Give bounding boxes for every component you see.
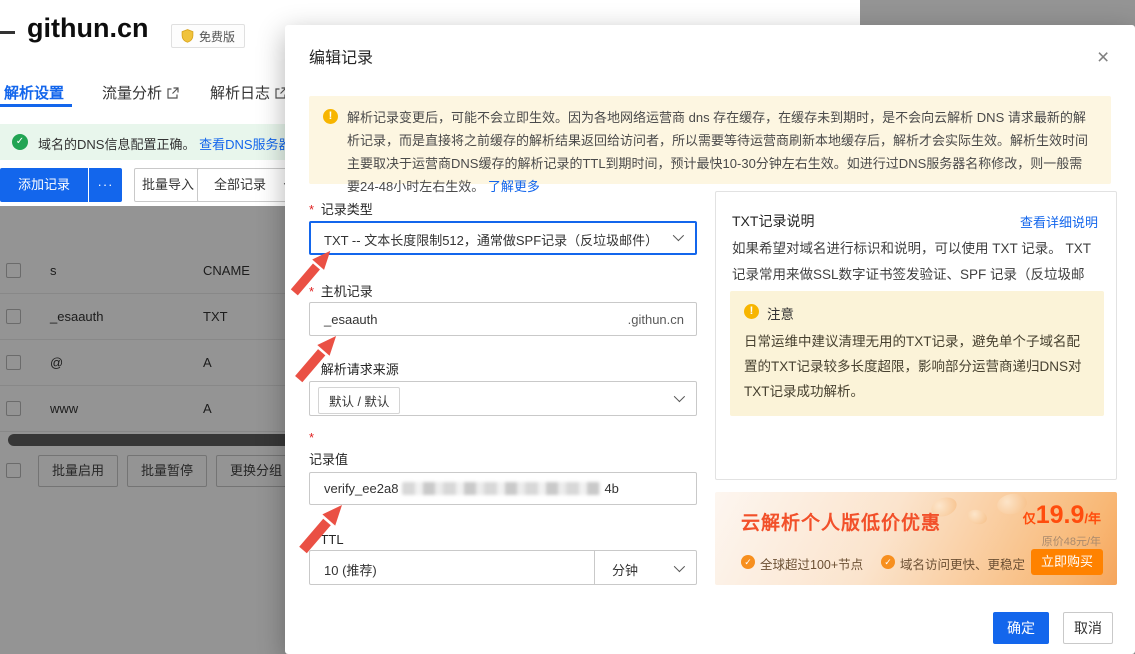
learn-more-link[interactable]: 了解更多 [488, 179, 540, 194]
domain-suffix: .githun.cn [628, 312, 684, 327]
notice-box: ! 注意 日常运维中建议清理无用的TXT记录，避免单个子域名配置的TXT记录较多… [730, 291, 1104, 416]
record-type-label: 记录类型 [321, 202, 373, 217]
promo-price: 仅19.9/年 [1023, 501, 1101, 530]
tab-dns-settings[interactable]: 解析设置 [4, 82, 64, 103]
back-arrow-icon[interactable] [0, 31, 15, 34]
promo-banner[interactable]: 云解析个人版低价优惠 仅19.9/年 原价48元/年 ✓ 全球超过100+节点 … [715, 492, 1117, 585]
view-details-link[interactable]: 查看详细说明 [1020, 212, 1098, 231]
dns-console-page: 主机记录 ? ↕ 记录类型 ? s CNAME _esaauth TXT @ A… [0, 0, 1135, 654]
close-icon[interactable]: × [1097, 48, 1109, 68]
dns-status-text: 域名的DNS信息配置正确。 [38, 137, 195, 152]
add-record-more-button[interactable]: ··· [89, 168, 122, 202]
success-check-icon: ✓ [12, 134, 28, 150]
batch-import-button[interactable]: 批量导入 [134, 168, 202, 202]
propagation-alert: ! 解析记录变更后，可能不会立即生效。因为各地网络运营商 dns 存在缓存，在缓… [309, 96, 1111, 184]
line-select[interactable]: 默认 / 默认 [309, 381, 697, 416]
cancel-button[interactable]: 取消 [1063, 612, 1113, 644]
record-value-suffix: 4b [604, 481, 618, 496]
notice-title: 注意 [767, 303, 1090, 323]
modal-title: 编辑记录 [309, 44, 373, 68]
redacted-value-blur [402, 482, 600, 495]
chevron-down-icon [674, 561, 685, 572]
alert-text: 解析记录变更后，可能不会立即生效。因为各地网络运营商 dns 存在缓存，在缓存未… [347, 110, 1088, 194]
ttl-field[interactable]: 10 (推荐) 分钟 [309, 550, 697, 585]
chevron-down-icon [673, 230, 684, 241]
confirm-button[interactable]: 确定 [993, 612, 1049, 644]
active-tab-underline [0, 104, 72, 107]
host-record-value: _esaauth [324, 312, 378, 327]
warning-icon: ! [744, 304, 759, 319]
domain-name-title: githun.cn [27, 13, 148, 44]
record-type-value: TXT -- 文本长度限制512，通常做SPF记录（反垃圾邮件） [324, 230, 658, 249]
record-value-prefix: verify_ee2a8 [324, 481, 398, 496]
chevron-down-icon [674, 391, 685, 402]
ttl-value: 10 (推荐) [324, 560, 377, 579]
host-record-input[interactable]: _esaauth .githun.cn [309, 302, 697, 336]
promo-feature: 全球超过100+节点 [760, 554, 863, 573]
promo-feature: 域名访问更快、更稳定 [900, 554, 1025, 573]
ttl-unit-value: 分钟 [612, 560, 638, 579]
coin-decoration [966, 508, 989, 527]
info-card-title: TXT记录说明 [732, 211, 814, 231]
line-value-chip: 默认 / 默认 [318, 387, 400, 414]
annotation-arrow-record-value [296, 500, 344, 558]
view-dns-servers-link[interactable]: 查看DNS服务器 [199, 137, 291, 152]
tab-dns-logs[interactable]: 解析日志 [210, 82, 287, 103]
edit-record-modal: 编辑记录 × ! 解析记录变更后，可能不会立即生效。因为各地网络运营商 dns … [285, 25, 1135, 654]
plan-badge: 免费版 [171, 24, 245, 48]
check-icon: ✓ [881, 555, 895, 569]
required-mark: * [309, 430, 314, 445]
required-mark: * [309, 202, 314, 217]
field-divider [594, 551, 595, 584]
record-type-select[interactable]: TXT -- 文本长度限制512，通常做SPF记录（反垃圾邮件） [309, 221, 697, 255]
txt-record-info-card: TXT记录说明 查看详细说明 如果希望对域名进行标识和说明，可以使用 TXT 记… [715, 191, 1117, 480]
annotation-arrow-record-type [287, 249, 333, 297]
external-link-icon [167, 87, 179, 99]
notice-text: 日常运维中建议清理无用的TXT记录，避免单个子域名配置的TXT记录较多长度超限，… [744, 329, 1090, 404]
buy-now-button[interactable]: 立即购买 [1031, 549, 1103, 575]
promo-title: 云解析个人版低价优惠 [741, 508, 941, 535]
warning-icon: ! [323, 109, 338, 124]
annotation-arrow-host-record [292, 334, 338, 384]
record-value-input[interactable]: verify_ee2a8 4b [309, 472, 697, 505]
plan-badge-label: 免费版 [199, 28, 235, 45]
check-icon: ✓ [741, 555, 755, 569]
tab-traffic-analysis[interactable]: 流量分析 [102, 82, 179, 103]
add-record-button[interactable]: 添加记录 [0, 168, 88, 202]
original-price: 原价48元/年 [1042, 533, 1101, 549]
record-value-label: 记录值 [309, 449, 348, 468]
shield-icon [181, 29, 194, 43]
